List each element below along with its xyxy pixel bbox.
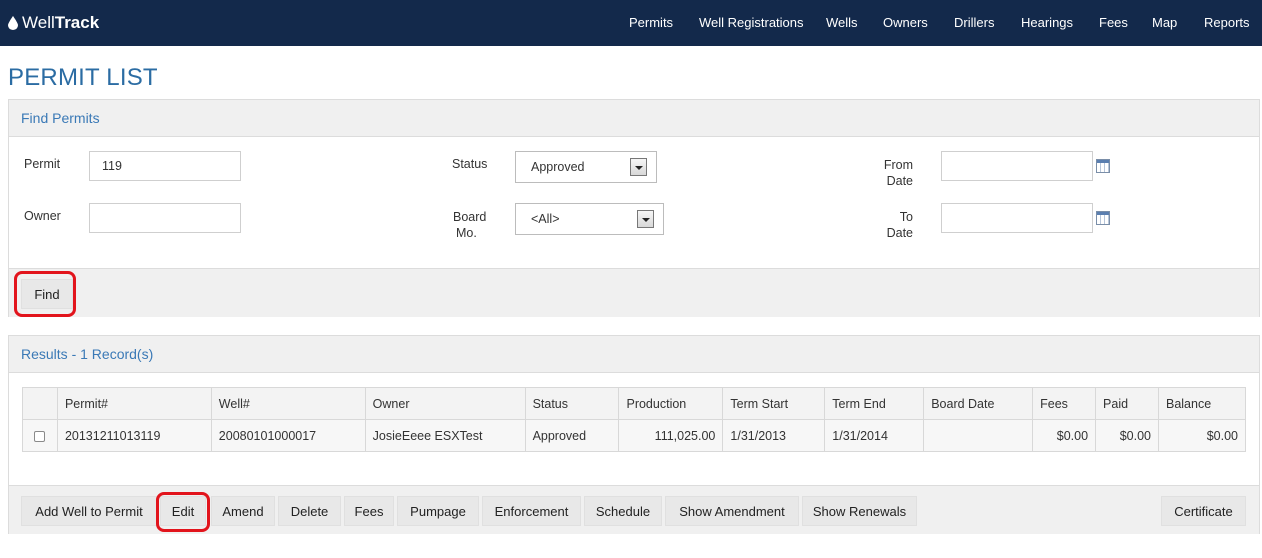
board-month-select[interactable]: <All> <box>515 203 664 235</box>
column-header-production[interactable]: Production <box>618 387 724 420</box>
cell-well: 20080101000017 <box>210 419 366 452</box>
from-label-line1: From <box>883 158 913 172</box>
results-action-bar: Add Well to Permit Edit Amend Delete Fee… <box>9 485 1259 534</box>
column-header-term-start[interactable]: Term Start <box>722 387 826 420</box>
owner-input[interactable] <box>89 203 241 233</box>
board-month-label: Board Mo. <box>453 209 486 241</box>
nav-wells[interactable]: Wells <box>826 15 858 30</box>
find-permits-panel: Find Permits Permit Owner Status Approve… <box>8 99 1260 317</box>
permit-label: Permit <box>24 157 61 171</box>
nav-map[interactable]: Map <box>1152 15 1177 30</box>
nav-fees[interactable]: Fees <box>1099 15 1128 30</box>
nav-permits[interactable]: Permits <box>629 15 673 30</box>
permit-input[interactable] <box>89 151 241 181</box>
nav-well-registrations[interactable]: Well Registrations <box>699 15 804 30</box>
page-title: PERMIT LIST <box>8 64 158 91</box>
cell-permit: 20131211013119 <box>56 419 212 452</box>
board-month-selected-value: <All> <box>531 212 560 226</box>
results-header: Results - 1 Record(s) <box>9 336 1259 373</box>
nav-owners[interactable]: Owners <box>883 15 928 30</box>
column-header-balance[interactable]: Balance <box>1157 387 1247 420</box>
nav-drillers[interactable]: Drillers <box>954 15 994 30</box>
cell-fees: $0.00 <box>1032 419 1097 452</box>
results-panel: Results - 1 Record(s) Permit# Well# Owne… <box>8 335 1260 534</box>
cell-paid: $0.00 <box>1095 419 1159 452</box>
results-title: Results - 1 Record(s) <box>21 346 154 362</box>
board-label-line2: Mo. <box>456 226 477 240</box>
highlight-ring <box>14 271 76 317</box>
enforcement-button[interactable]: Enforcement <box>482 496 581 526</box>
calendar-icon[interactable] <box>1096 211 1110 225</box>
table-header-row: Permit# Well# Owner Status Production Te… <box>22 387 1247 420</box>
logo-text-well: Well <box>22 13 55 32</box>
row-select-cell <box>22 419 58 452</box>
column-header-well[interactable]: Well# <box>210 387 366 420</box>
from-label-line2: Date <box>886 174 913 188</box>
logo-text-track: Track <box>54 13 100 32</box>
from-date-input[interactable] <box>941 151 1093 181</box>
schedule-button[interactable]: Schedule <box>584 496 662 526</box>
top-nav-bar: Well Track Permits Well Registrations Wel… <box>0 0 1262 46</box>
column-header-fees[interactable]: Fees <box>1032 387 1097 420</box>
show-renewals-button[interactable]: Show Renewals <box>802 496 917 526</box>
calendar-icon[interactable] <box>1096 159 1110 173</box>
cell-term-start: 1/31/2013 <box>722 419 826 452</box>
cell-production: 111,025.00 <box>618 419 724 452</box>
table-row[interactable]: 20131211013119 20080101000017 JosieEeee … <box>22 419 1247 452</box>
column-header-board-date[interactable]: Board Date <box>923 387 1034 420</box>
owner-label: Owner <box>24 209 61 223</box>
water-drop-icon <box>8 16 18 30</box>
cell-board-date <box>923 419 1034 452</box>
to-date-label: To Date <box>869 209 913 241</box>
status-selected-value: Approved <box>531 160 585 174</box>
cell-term-end: 1/31/2014 <box>824 419 925 452</box>
column-header-status[interactable]: Status <box>524 387 620 420</box>
delete-button[interactable]: Delete <box>278 496 341 526</box>
select-column-header <box>22 387 58 420</box>
from-date-label: From Date <box>869 157 913 189</box>
fees-button[interactable]: Fees <box>344 496 394 526</box>
highlight-ring <box>156 492 210 532</box>
column-header-owner[interactable]: Owner <box>364 387 526 420</box>
board-label-line1: Board <box>453 210 487 224</box>
to-date-input[interactable] <box>941 203 1093 233</box>
cell-owner: JosieEeee ESXTest <box>364 419 526 452</box>
amend-button[interactable]: Amend <box>211 496 275 526</box>
status-select[interactable]: Approved <box>515 151 657 183</box>
column-header-term-end[interactable]: Term End <box>824 387 925 420</box>
find-permits-header: Find Permits <box>9 100 1259 137</box>
show-amendment-button[interactable]: Show Amendment <box>665 496 799 526</box>
add-well-to-permit-button[interactable]: Add Well to Permit <box>21 496 157 526</box>
status-label: Status <box>452 157 488 171</box>
results-table: Permit# Well# Owner Status Production Te… <box>22 387 1247 452</box>
nav-hearings[interactable]: Hearings <box>1021 15 1073 30</box>
find-permits-title: Find Permits <box>21 110 100 126</box>
pumpage-button[interactable]: Pumpage <box>397 496 479 526</box>
column-header-permit[interactable]: Permit# <box>56 387 212 420</box>
cell-balance: $0.00 <box>1157 419 1247 452</box>
column-header-paid[interactable]: Paid <box>1095 387 1159 420</box>
to-label-line2: Date <box>886 226 913 240</box>
cell-status: Approved <box>524 419 620 452</box>
nav-reports[interactable]: Reports <box>1204 15 1250 30</box>
to-label-line1: To <box>899 210 913 224</box>
chevron-down-icon[interactable] <box>630 158 647 176</box>
welltrack-logo[interactable]: Well Track <box>8 12 99 34</box>
certificate-button[interactable]: Certificate <box>1161 496 1246 526</box>
chevron-down-icon[interactable] <box>637 210 654 228</box>
find-button-bar: Find <box>9 268 1259 317</box>
row-checkbox[interactable] <box>34 430 46 442</box>
